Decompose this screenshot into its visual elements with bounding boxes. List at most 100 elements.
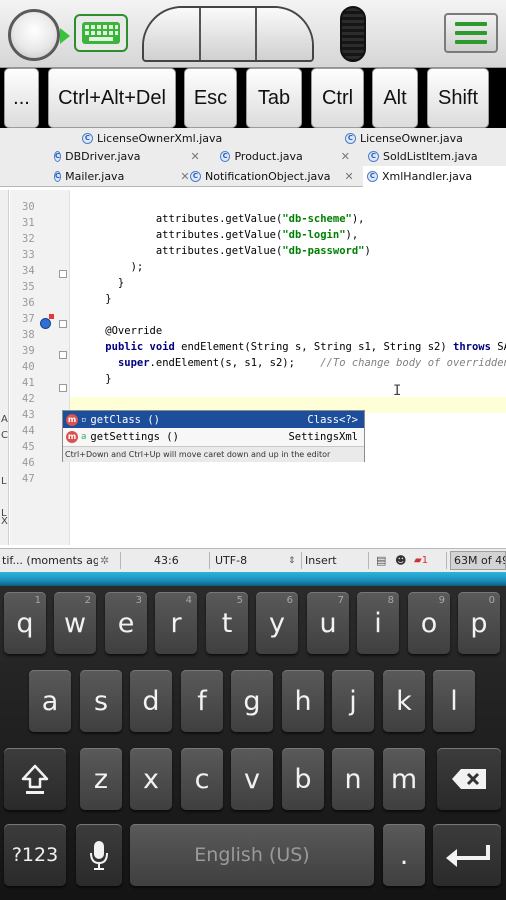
ctrl-alt-del-key[interactable]: Ctrl+Alt+Del [48, 68, 176, 128]
completion-item[interactable]: m a getSettings () SettingsXml [63, 428, 364, 445]
more-keys-button[interactable]: ... [4, 68, 39, 128]
keyboard-divider [0, 572, 506, 586]
public-icon: a [81, 431, 87, 442]
override-method-icon[interactable] [40, 318, 51, 329]
fold-marker-icon[interactable] [59, 320, 67, 328]
public-icon: ▫ [81, 414, 87, 425]
key-p[interactable]: p0 [458, 592, 500, 654]
keyboard-icon [82, 22, 120, 44]
keyboard-toggle-button[interactable] [74, 14, 128, 52]
key-d[interactable]: d [130, 670, 172, 732]
soft-keyboard: q1 w2 e3 r4 t5 y6 u7 i8 o9 p0 a s d f g … [0, 586, 506, 900]
inspector-icon[interactable]: ☻ [395, 549, 409, 572]
code-line: 47 [22, 473, 35, 485]
editor-tab-row: C Mailer.java ✕ C NotificationObject.jav… [0, 166, 506, 187]
completion-item[interactable]: m ▫ getClass () Class<?> [63, 411, 364, 428]
key-z[interactable]: z [80, 748, 122, 810]
code-line: 33 ); [22, 249, 144, 273]
voice-input-key[interactable] [76, 824, 122, 886]
key-c[interactable]: c [181, 748, 223, 810]
editor-tab-row: C LicenseOwnerXml.java C LicenseOwner.ja… [0, 128, 506, 148]
tab-soldlistitem[interactable]: C SoldListItem.java [368, 146, 506, 167]
fold-marker-icon[interactable] [59, 270, 67, 278]
code-line: 42 public SettingsXml getSettings() { [22, 393, 320, 417]
tab-mailer[interactable]: C Mailer.java ✕ [54, 166, 190, 187]
key-m[interactable]: m [383, 748, 425, 810]
java-class-icon: C [54, 151, 62, 162]
java-class-icon: C [367, 171, 378, 182]
key-f[interactable]: f [181, 670, 223, 732]
fold-marker-icon[interactable] [59, 384, 67, 392]
close-tab-icon[interactable]: ✕ [191, 150, 200, 163]
key-a[interactable]: a [29, 670, 71, 732]
key-y[interactable]: y6 [256, 592, 298, 654]
left-mouse-button[interactable] [144, 8, 201, 60]
lock-icon[interactable]: ▤ [376, 549, 390, 572]
esc-key[interactable]: Esc [184, 68, 237, 128]
key-u[interactable]: u7 [307, 592, 349, 654]
key-n[interactable]: n [332, 748, 374, 810]
alt-key[interactable]: Alt [372, 68, 418, 128]
key-r[interactable]: r4 [155, 592, 197, 654]
text-cursor-icon: I [393, 384, 401, 398]
gear-icon[interactable]: ✲ [100, 549, 118, 572]
ctrl-key[interactable]: Ctrl [311, 68, 364, 128]
code-line: 30 attributes.getValue("db-scheme"), [22, 201, 365, 225]
status-bar: tif... (moments ago) ✲ 43:6 UTF-8 ⇕ Inse… [0, 548, 506, 572]
symbols-key[interactable]: ?123 [4, 824, 66, 886]
key-o[interactable]: o9 [408, 592, 450, 654]
key-h[interactable]: h [282, 670, 324, 732]
key-w[interactable]: w2 [54, 592, 96, 654]
error-indicator-icon[interactable]: ▰1 [414, 549, 436, 572]
key-j[interactable]: j [332, 670, 374, 732]
menu-button[interactable] [444, 13, 498, 53]
key-t[interactable]: t5 [206, 592, 248, 654]
key-s[interactable]: s [80, 670, 122, 732]
enter-key[interactable] [433, 824, 501, 886]
java-class-icon: C [345, 133, 356, 144]
fold-marker-icon[interactable] [59, 351, 67, 359]
key-i[interactable]: i8 [357, 592, 399, 654]
encoding-selector[interactable]: UTF-8 [215, 549, 285, 572]
key-x[interactable]: x [130, 748, 172, 810]
method-icon: m [66, 430, 78, 443]
java-class-icon: C [368, 151, 379, 162]
key-k[interactable]: k [383, 670, 425, 732]
backspace-key[interactable] [437, 748, 501, 810]
code-line: 31 attributes.getValue("db-login"), [22, 217, 359, 241]
code-line: 32 attributes.getValue("db-password") [22, 233, 371, 257]
scroll-wheel[interactable] [340, 6, 366, 62]
key-b[interactable]: b [282, 748, 324, 810]
tab-product[interactable]: C Product.java ✕ [220, 146, 350, 167]
middle-mouse-button[interactable] [200, 8, 258, 60]
tab-key[interactable]: Tab [246, 68, 302, 128]
code-line: 40 } [22, 361, 112, 385]
shift-key[interactable]: Shift [427, 68, 489, 128]
right-mouse-button[interactable] [257, 8, 312, 60]
mouse-mode-button[interactable] [8, 9, 60, 61]
space-bar[interactable]: English (US) [130, 824, 374, 886]
key-e[interactable]: e3 [105, 592, 147, 654]
tab-notificationobject[interactable]: C NotificationObject.java ✕ [190, 166, 358, 187]
key-l[interactable]: l [433, 670, 475, 732]
code-line: 38 public void endElement(String s, Stri… [22, 329, 506, 353]
insert-mode[interactable]: Insert [305, 549, 365, 572]
code-line: 37 @Override [22, 313, 163, 337]
shift-keyboard-key[interactable] [4, 748, 66, 810]
key-q[interactable]: q1 [4, 592, 46, 654]
tab-dbdriver[interactable]: C DBDriver.java ✕ [54, 146, 200, 167]
key-g[interactable]: g [231, 670, 273, 732]
key-v[interactable]: v [231, 748, 273, 810]
code-line: 39 super.endElement(s, s1, s2); //To cha… [22, 345, 506, 369]
close-tab-icon[interactable]: ✕ [345, 170, 354, 183]
code-completion-popup: m ▫ getClass () Class<?> m a getSettings… [62, 410, 365, 462]
tab-xmlhandler[interactable]: C XmlHandler.java [363, 166, 506, 187]
code-line: 35 } [22, 281, 112, 305]
status-message[interactable]: tif... (moments ago) [2, 549, 98, 572]
close-tab-icon[interactable]: ✕ [180, 170, 189, 183]
caret-position[interactable]: 43:6 [154, 549, 204, 572]
memory-indicator[interactable]: 63M of 494 [450, 551, 506, 570]
period-key[interactable]: . [383, 824, 425, 886]
chevron-updown-icon: ⇕ [288, 555, 296, 566]
close-tab-icon[interactable]: ✕ [341, 150, 350, 163]
